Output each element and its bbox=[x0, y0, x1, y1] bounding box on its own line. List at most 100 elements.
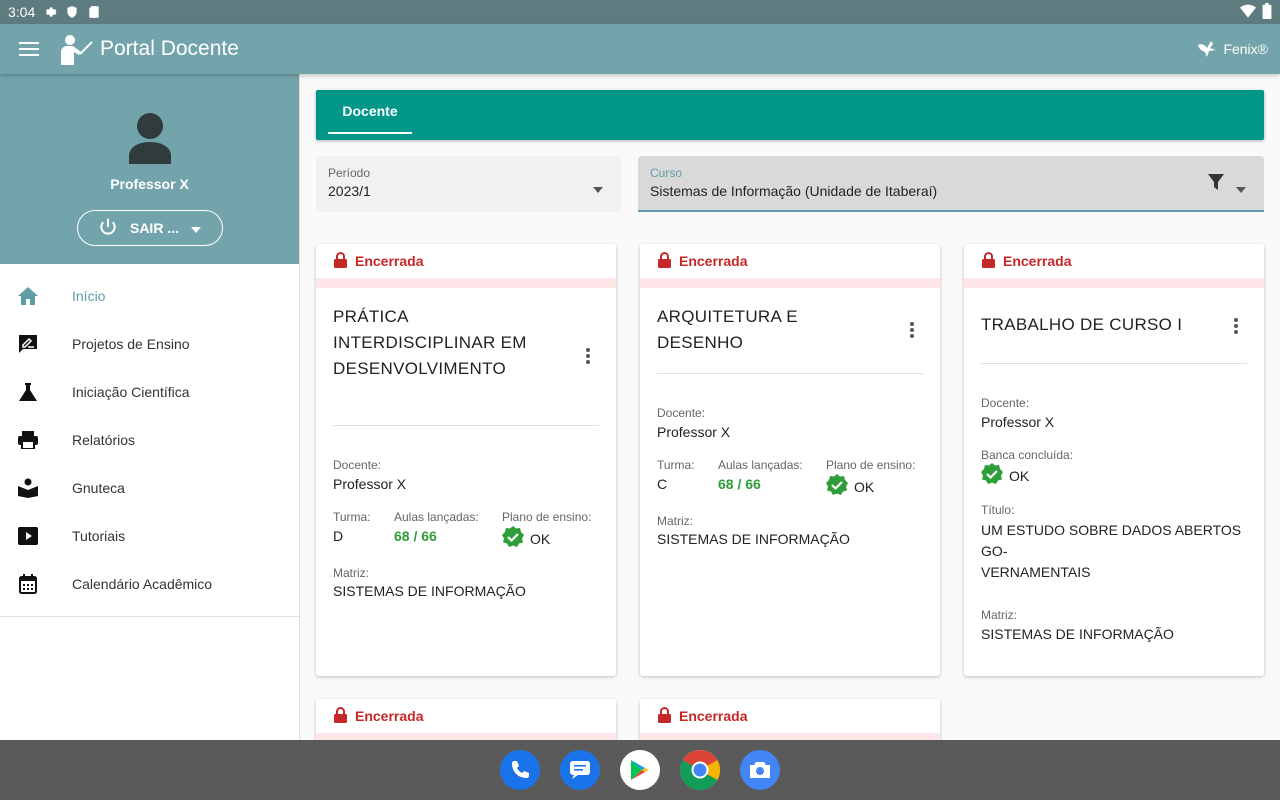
bird-icon bbox=[1197, 39, 1217, 60]
nav-item-tutoriais[interactable]: Tutoriais bbox=[0, 512, 299, 560]
matriz-value: SISTEMAS DE INFORMAÇÃO bbox=[333, 583, 526, 599]
chrome-icon[interactable] bbox=[680, 750, 720, 790]
teacher-logo-icon bbox=[58, 31, 94, 67]
curso-select[interactable]: Curso Sistemas de Informação (Unidade de… bbox=[638, 156, 1264, 212]
brand-label: Fenix® bbox=[1223, 41, 1268, 57]
class-card[interactable]: Encerrada PRÁTICA INTERDISCIPLINAR EM DE… bbox=[316, 244, 616, 676]
status-label: Encerrada bbox=[355, 708, 424, 724]
settings-icon bbox=[43, 5, 57, 19]
titulo-line: UM ESTUDO SOBRE DADOS ABERTOS GO- bbox=[981, 522, 1242, 559]
home-icon bbox=[0, 287, 72, 305]
avatar-icon bbox=[126, 112, 174, 164]
banca-value: OK bbox=[1009, 467, 1030, 484]
card-title: ARQUITETURA E DESENHO bbox=[657, 304, 798, 356]
system-status-bar: 3:04 bbox=[0, 0, 1280, 24]
card-divider bbox=[981, 363, 1247, 364]
status-label: Encerrada bbox=[679, 708, 748, 724]
camera-icon[interactable] bbox=[740, 750, 780, 790]
menu-icon[interactable] bbox=[0, 24, 58, 74]
plano-value: OK bbox=[854, 478, 875, 495]
docente-label: Docente: bbox=[333, 458, 382, 472]
class-card[interactable]: Encerrada bbox=[316, 699, 616, 740]
docente-value: Professor X bbox=[333, 476, 407, 492]
app-title: Portal Docente bbox=[100, 37, 239, 60]
more-vert-icon[interactable] bbox=[586, 348, 590, 369]
lock-icon bbox=[658, 251, 671, 271]
aulas-value: 68 / 66 bbox=[394, 528, 437, 544]
banca-status: OK bbox=[981, 463, 1029, 488]
nav-menu: Início Projetos de Ensino Iniciação Cien… bbox=[0, 264, 299, 608]
aulas-label: Aulas lançadas: bbox=[718, 458, 803, 472]
play-store-icon[interactable] bbox=[620, 750, 660, 790]
nav-item-calendario-academico[interactable]: Calendário Acadêmico bbox=[0, 560, 299, 608]
status-label: Encerrada bbox=[1003, 253, 1072, 269]
class-card[interactable]: Encerrada bbox=[640, 699, 940, 740]
nav-label: Gnuteca bbox=[72, 480, 125, 496]
matriz-value: SISTEMAS DE INFORMAÇÃO bbox=[981, 626, 1174, 642]
card-title-line: PRÁTICA bbox=[333, 307, 409, 326]
system-dock bbox=[0, 740, 1280, 800]
turma-label: Turma: bbox=[657, 458, 695, 472]
nav-item-relatorios[interactable]: Relatórios bbox=[0, 416, 299, 464]
turma-value: C bbox=[657, 476, 668, 492]
turma-value: D bbox=[333, 528, 344, 544]
titulo-line: VERNAMENTAIS bbox=[981, 564, 1091, 580]
nav-item-iniciacao-cientifica[interactable]: Iniciação Científica bbox=[0, 368, 299, 416]
aulas-label: Aulas lançadas: bbox=[394, 510, 479, 524]
status-badge: Encerrada bbox=[316, 699, 616, 740]
aulas-value: 68 / 66 bbox=[718, 476, 761, 492]
status-label: Encerrada bbox=[355, 253, 424, 269]
card-divider bbox=[657, 373, 923, 374]
status-badge: Encerrada bbox=[964, 244, 1264, 288]
profile-name: Professor X bbox=[110, 176, 189, 192]
filter-icon[interactable] bbox=[1208, 174, 1224, 195]
printer-icon bbox=[0, 431, 72, 449]
class-card[interactable]: Encerrada ARQUITETURA E DESENHO Docente:… bbox=[640, 244, 940, 676]
sidebar: Professor X SAIR ... Início Projetos de … bbox=[0, 74, 300, 740]
nav-label: Início bbox=[72, 288, 106, 304]
card-title-line: DESENHO bbox=[657, 333, 744, 352]
matriz-label: Matriz: bbox=[333, 566, 369, 580]
more-vert-icon[interactable] bbox=[910, 322, 914, 343]
shield-icon bbox=[65, 5, 79, 19]
profile-panel: Professor X SAIR ... bbox=[0, 74, 299, 264]
periodo-select[interactable]: Período 2023/1 bbox=[316, 156, 621, 212]
phone-icon[interactable] bbox=[500, 750, 540, 790]
tab-bar: Docente bbox=[316, 90, 1264, 140]
lock-icon bbox=[334, 251, 347, 271]
titulo-label: Título: bbox=[981, 503, 1015, 517]
nav-item-inicio[interactable]: Início bbox=[0, 272, 299, 320]
titulo-value: UM ESTUDO SOBRE DADOS ABERTOS GO- VERNAM… bbox=[981, 520, 1264, 583]
more-vert-icon[interactable] bbox=[1234, 318, 1238, 339]
periodo-value: 2023/1 bbox=[328, 183, 371, 199]
plano-value: OK bbox=[530, 530, 551, 547]
wifi-icon bbox=[1240, 4, 1256, 21]
class-card[interactable]: Encerrada TRABALHO DE CURSO I Docente: P… bbox=[964, 244, 1264, 676]
lock-icon bbox=[982, 251, 995, 271]
banca-label: Banca concluída: bbox=[981, 448, 1074, 462]
card-title-line: TRABALHO DE CURSO I bbox=[981, 315, 1183, 334]
nav-item-projetos-de-ensino[interactable]: Projetos de Ensino bbox=[0, 320, 299, 368]
rate-review-icon bbox=[0, 334, 72, 354]
nav-item-gnuteca[interactable]: Gnuteca bbox=[0, 464, 299, 512]
verified-check-icon bbox=[826, 474, 848, 499]
plano-status: OK bbox=[826, 474, 874, 499]
tab-docente[interactable]: Docente bbox=[328, 90, 412, 134]
logout-button[interactable]: SAIR ... bbox=[76, 210, 223, 246]
matriz-value: SISTEMAS DE INFORMAÇÃO bbox=[657, 531, 850, 547]
messages-icon[interactable] bbox=[560, 750, 600, 790]
verified-check-icon bbox=[502, 526, 524, 551]
turma-label: Turma: bbox=[333, 510, 371, 524]
nav-label: Calendário Acadêmico bbox=[72, 576, 213, 592]
matriz-label: Matriz: bbox=[981, 608, 1017, 622]
docente-value: Professor X bbox=[981, 414, 1055, 430]
plano-label: Plano de ensino: bbox=[502, 510, 592, 524]
verified-check-icon bbox=[981, 463, 1003, 488]
book-reader-icon bbox=[0, 478, 72, 498]
card-title-line: INTERDISCIPLINAR EM bbox=[333, 333, 527, 352]
nav-label: Relatórios bbox=[72, 432, 136, 448]
nav-divider bbox=[0, 616, 299, 617]
curso-label: Curso bbox=[650, 166, 683, 180]
docente-value: Professor X bbox=[657, 424, 731, 440]
card-title-line: DESENVOLVIMENTO bbox=[333, 359, 506, 378]
